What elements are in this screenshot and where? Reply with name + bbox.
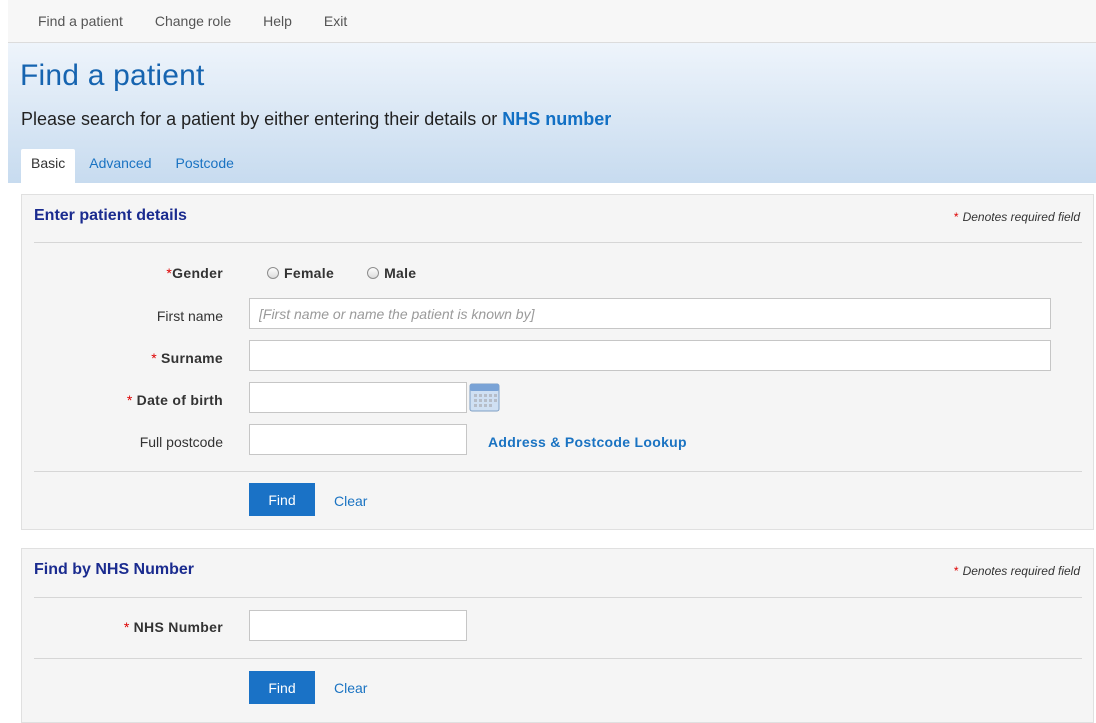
nhs-number-link[interactable]: NHS number <box>502 109 611 129</box>
nav-change-role[interactable]: Change role <box>155 13 231 29</box>
required-note-text: Denotes required field <box>962 210 1080 224</box>
nav-help[interactable]: Help <box>263 13 292 29</box>
nhs-clear-link[interactable]: Clear <box>334 680 367 696</box>
required-star: * <box>126 392 133 408</box>
search-tabs: Basic Advanced Postcode <box>21 149 248 183</box>
nhs-find-button[interactable]: Find <box>249 671 315 704</box>
top-navigation: Find a patient Change role Help Exit <box>8 0 1096 43</box>
nhs-number-label: * NHS Number <box>124 619 223 635</box>
panel-title: Find by NHS Number <box>34 561 195 578</box>
tab-advanced[interactable]: Advanced <box>79 149 161 183</box>
address-lookup-link[interactable]: Address & Postcode Lookup <box>488 434 687 450</box>
clear-link[interactable]: Clear <box>334 493 367 509</box>
nhs-number-panel: Find by NHS Number * Denotes required fie… <box>21 548 1094 723</box>
divider <box>34 242 1082 243</box>
postcode-label: Full postcode <box>139 434 223 450</box>
calendar-icon[interactable] <box>469 382 500 413</box>
gender-label: *Gender <box>166 265 223 281</box>
surname-label-text: Surname <box>160 350 223 366</box>
patient-details-panel: Enter patient details * Denotes required … <box>21 194 1094 530</box>
nhs-number-input[interactable] <box>249 610 467 641</box>
required-star: * <box>953 210 959 224</box>
divider <box>34 597 1082 598</box>
required-star: * <box>953 564 959 578</box>
nav-find-patient[interactable]: Find a patient <box>38 13 123 29</box>
panel-title: Enter patient details <box>34 207 187 224</box>
tab-postcode[interactable]: Postcode <box>166 149 244 183</box>
postcode-input[interactable] <box>249 424 467 455</box>
female-label[interactable]: Female <box>284 265 334 281</box>
dob-label: * Date of birth <box>127 392 223 408</box>
surname-label: * Surname <box>151 350 223 366</box>
page-header: Find a patient Please search for a patie… <box>8 43 1096 183</box>
required-star: * <box>123 619 130 635</box>
divider <box>34 471 1082 472</box>
required-star: * <box>151 350 157 366</box>
gender-label-text: Gender <box>172 265 223 281</box>
first-name-input[interactable] <box>249 298 1051 329</box>
nav-exit[interactable]: Exit <box>324 13 347 29</box>
dob-input[interactable] <box>249 382 467 413</box>
find-button[interactable]: Find <box>249 483 315 516</box>
male-radio[interactable] <box>367 267 380 279</box>
required-note: * Denotes required field <box>954 210 1080 224</box>
male-label[interactable]: Male <box>384 265 416 281</box>
required-note: * Denotes required field <box>954 564 1080 578</box>
page-title: Find a patient <box>20 59 205 92</box>
subtitle-text: Please search for a patient by either en… <box>21 109 503 129</box>
required-note-text: Denotes required field <box>962 564 1080 578</box>
page-subtitle: Please search for a patient by either en… <box>21 109 611 130</box>
surname-input[interactable] <box>249 340 1051 371</box>
divider <box>34 658 1082 659</box>
first-name-label: First name <box>156 308 223 324</box>
gender-options: Female Male <box>267 265 449 281</box>
dob-label-text: Date of birth <box>136 392 223 408</box>
nhs-number-label-text: NHS Number <box>133 619 223 635</box>
female-radio[interactable] <box>267 267 279 279</box>
tab-basic[interactable]: Basic <box>21 149 76 183</box>
